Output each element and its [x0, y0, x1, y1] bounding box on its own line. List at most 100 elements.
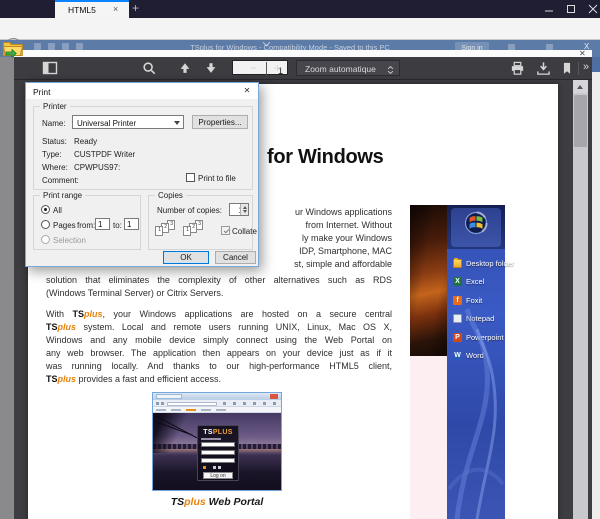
print-dialog: Print ✕ Printer Name: Universal Printer … — [25, 82, 259, 267]
comment-label: Comment: — [42, 176, 79, 185]
vista-swirl-decoration — [447, 249, 505, 519]
word-quickaccess-icon — [76, 43, 83, 50]
to-label: to: — [113, 221, 122, 230]
collate-label: Collate — [232, 227, 257, 236]
password-field — [201, 450, 235, 455]
from-input[interactable] — [95, 218, 110, 230]
paragraph-line: ur Windows applications — [238, 206, 392, 219]
divider — [578, 62, 579, 75]
dialog-titlebar[interactable]: Print ✕ — [26, 83, 258, 99]
download-icon[interactable] — [536, 61, 551, 76]
paragraph-line: was running locally. And thanks to our h… — [46, 360, 392, 373]
word-right-edge — [592, 57, 600, 72]
window-maximize-button[interactable] — [565, 3, 577, 15]
range-selection-radio — [41, 235, 50, 244]
type-value: CUSTPDF Writer — [74, 150, 135, 159]
mini-browser-navbar — [153, 400, 281, 407]
pdf-prev-page-icon[interactable] — [178, 61, 192, 75]
ok-button[interactable]: OK — [163, 251, 209, 264]
cancel-button[interactable]: Cancel — [215, 251, 256, 264]
paragraph-line: (Windows Terminal Server) or Citrix Serv… — [46, 287, 392, 300]
status-value: Ready — [74, 137, 97, 146]
print-to-file-checkbox[interactable] — [186, 173, 195, 182]
range-all-label: All — [53, 206, 62, 215]
zoom-in-button[interactable]: + — [274, 61, 281, 75]
dialog-close-icon[interactable]: ✕ — [240, 86, 254, 97]
tab-close-icon[interactable]: × — [113, 4, 118, 14]
pdf-next-page-icon[interactable] — [204, 61, 218, 75]
collate-illustration: 3 2 1 3 2 1 — [155, 220, 215, 246]
scroll-up-icon[interactable] — [573, 80, 588, 93]
folder-download-icon[interactable] — [2, 38, 24, 58]
scrollbar-thumb[interactable] — [574, 95, 587, 147]
dialog-title: Print — [33, 87, 50, 97]
tab-title: HTML5 — [68, 5, 96, 15]
image-caption: TSplus Web Portal — [127, 496, 307, 508]
copies-group: Copies Number of copies: 3 2 1 3 2 1 Col… — [148, 195, 253, 250]
tsplus-logo: TSPLUS — [198, 429, 238, 436]
printer-name-select[interactable]: Universal Printer — [72, 115, 184, 129]
to-input[interactable] — [124, 218, 139, 230]
paragraph-line: TSplus provides a fast and efficient acc… — [46, 373, 392, 386]
copies-label: Number of copies: — [157, 206, 222, 215]
print-to-file-label: Print to file — [198, 174, 236, 183]
pdf-find-icon[interactable] — [142, 61, 156, 75]
pdf-sidebar-toggle-icon[interactable] — [42, 61, 58, 75]
paragraph-line: st, simple and affordable — [238, 258, 392, 271]
pdf-scrollbar[interactable] — [573, 80, 588, 519]
word-quickaccess-icon — [62, 43, 69, 50]
type-label: Type: — [42, 150, 62, 159]
properties-button[interactable]: Properties... — [192, 115, 248, 129]
vista-start-menu-image: Desktop folder X Excel f Foxit Notepad P… — [447, 205, 505, 519]
pdf-window-titlebar — [14, 50, 592, 57]
login-field — [201, 442, 235, 447]
group-label: Copies — [155, 191, 186, 200]
range-all-radio[interactable] — [41, 205, 50, 214]
paragraph-line: solution that eliminates the complexity … — [46, 274, 392, 287]
zoom-select[interactable]: Zoom automatique — [296, 60, 400, 76]
domain-field — [201, 458, 235, 463]
where-value: CPWPUS97: — [74, 163, 120, 172]
print-range-group: Print range All Pages from: to: Selectio… — [33, 195, 141, 250]
windows-orb-icon — [464, 211, 488, 235]
screen: HTML5 × + ← → terminalserviceplus.ddns.n… — [0, 0, 600, 519]
group-label: Print range — [40, 191, 85, 200]
toolbar-more-icon[interactable]: » — [583, 61, 589, 73]
web-portal-image: TSPLUS Log on — [152, 392, 282, 491]
word-quickaccess-icon — [48, 43, 55, 50]
image-background — [410, 356, 447, 519]
from-label: from: — [77, 221, 95, 230]
tab-html5[interactable]: HTML5 × — [55, 0, 129, 18]
paragraph-line: any web browser. The application then ap… — [46, 347, 392, 360]
window-close-button[interactable] — [587, 3, 599, 15]
name-label: Name: — [42, 119, 66, 128]
logon-button: Log on — [203, 472, 233, 479]
mini-close-icon — [270, 394, 278, 399]
paragraph-line: Windows and any mobile device simply con… — [46, 334, 392, 347]
where-label: Where: — [42, 163, 68, 172]
tab-bar: HTML5 × + — [0, 0, 600, 18]
new-tab-button[interactable]: + — [132, 1, 139, 15]
divider — [266, 62, 267, 75]
portal-login-panel: TSPLUS Log on — [197, 425, 239, 481]
range-pages-label: Pages — [53, 221, 76, 230]
pdf-toolbar: sur 2 − + Zoom automatique » — [14, 57, 592, 80]
paragraph-line: from Internet. Without — [238, 219, 392, 232]
canyon-photo-shade — [410, 205, 447, 356]
range-pages-radio[interactable] — [41, 220, 50, 229]
group-label: Printer — [40, 102, 70, 111]
paragraph-line: IDP, Smartphone, MAC — [238, 245, 392, 258]
word-quickaccess-icon — [34, 43, 41, 50]
window-minimize-button[interactable] — [543, 3, 555, 15]
zoom-out-button[interactable]: − — [250, 61, 257, 75]
print-icon[interactable] — [510, 61, 525, 76]
copies-spinner[interactable] — [229, 203, 249, 216]
mini-tab — [156, 394, 182, 399]
range-selection-label: Selection — [53, 236, 86, 245]
collate-checkbox — [221, 226, 230, 235]
navigation-bar: ← → terminalserviceplus.ddns.net/softwar… — [0, 18, 600, 40]
document-heading: for Windows — [267, 146, 384, 169]
paragraph-line: With TSplus, your Windows applications a… — [46, 308, 392, 321]
bookmark-icon[interactable] — [560, 61, 574, 76]
ribbon-collapse-icon[interactable] — [262, 41, 271, 47]
